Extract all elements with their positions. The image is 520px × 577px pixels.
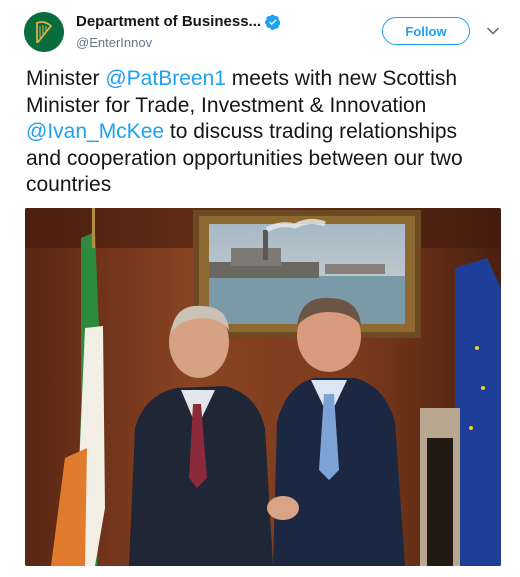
tweet-text: Minister @PatBreen1 meets with new Scott… bbox=[26, 66, 496, 199]
account-avatar[interactable] bbox=[24, 12, 64, 52]
display-name[interactable]: Department of Business... bbox=[76, 13, 261, 30]
harp-logo-icon bbox=[24, 12, 64, 52]
tweet-photo[interactable] bbox=[25, 208, 501, 566]
tweet-text-segment: Minister bbox=[26, 67, 106, 90]
account-name-row[interactable]: Department of Business... bbox=[76, 13, 281, 30]
account-handle[interactable]: @EnterInnov bbox=[76, 35, 152, 50]
mention-link[interactable]: @Ivan_McKee bbox=[26, 120, 164, 143]
follow-button[interactable]: Follow bbox=[382, 17, 470, 45]
mention-link[interactable]: @PatBreen1 bbox=[105, 67, 226, 90]
tweet-card: Department of Business... @EnterInnov Fo… bbox=[0, 0, 520, 577]
photo-image bbox=[25, 208, 501, 566]
verified-badge-icon bbox=[265, 14, 281, 30]
chevron-down-icon[interactable] bbox=[486, 24, 500, 38]
